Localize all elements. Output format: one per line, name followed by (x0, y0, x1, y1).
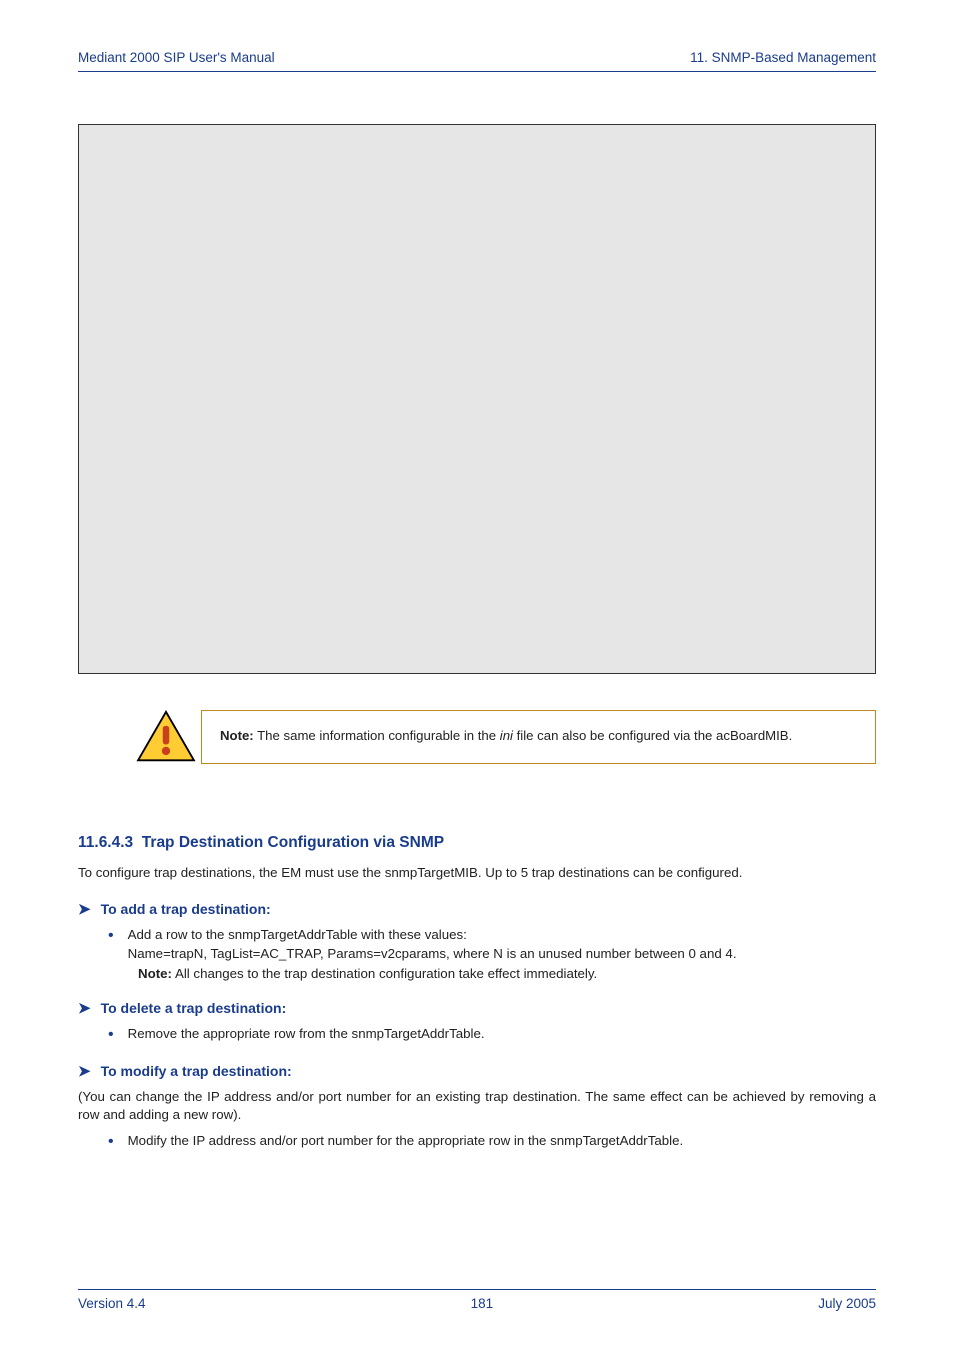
bullet-modify-row: • Modify the IP address and/or port numb… (108, 1132, 876, 1151)
section-title: Trap Destination Configuration via SNMP (142, 834, 444, 851)
arrow-delete: ➤ To delete a trap destination: (78, 999, 876, 1017)
warning-icon (136, 710, 196, 764)
section-number: 11.6.4.3 (78, 834, 133, 851)
note-text-after: file can also be configured via the acBo… (513, 728, 792, 743)
note-ini-word: ini (500, 728, 513, 743)
bullet-dot-icon: • (108, 926, 114, 964)
arrow-add: ➤ To add a trap destination: (78, 900, 876, 918)
bullet-add-line2: Name=trapN, TagList=AC_TRAP, Params=v2cp… (128, 946, 737, 961)
footer-center: 181 (471, 1296, 494, 1311)
arrow-icon: ➤ (78, 999, 91, 1017)
header-underline (78, 71, 876, 72)
footer-row: Version 4.4 181 July 2005 (78, 1296, 876, 1311)
arrow-add-label: To add a trap destination: (101, 901, 271, 917)
intro-paragraph: To configure trap destinations, the EM m… (78, 864, 876, 882)
note-box: Note: The same information configurable … (201, 710, 876, 764)
header-right: 11. SNMP-Based Management (690, 50, 876, 65)
warning-icon-wrap (131, 710, 201, 764)
footer-left: Version 4.4 (78, 1296, 146, 1311)
bullet-add-block: • Add a row to the snmpTargetAddrTable w… (108, 926, 876, 981)
page-header: Mediant 2000 SIP User's Manual 11. SNMP-… (78, 50, 876, 69)
footer-line (78, 1289, 876, 1290)
bullet-dot-icon: • (108, 1132, 114, 1151)
note-text-before: The same information configurable in the (254, 728, 500, 743)
arrow-modify-label: To modify a trap destination: (101, 1063, 292, 1079)
bullet-add-row: • Add a row to the snmpTargetAddrTable w… (108, 926, 876, 964)
bullet-add-line1: Add a row to the snmpTargetAddrTable wit… (128, 927, 467, 942)
bullet-delete-text: Remove the appropriate row from the snmp… (128, 1025, 485, 1044)
page-footer: Version 4.4 181 July 2005 (78, 1289, 876, 1311)
arrow-icon: ➤ (78, 1062, 91, 1080)
bullet-dot-icon: • (108, 1025, 114, 1044)
arrow-icon: ➤ (78, 900, 91, 918)
bullet-modify-text: Modify the IP address and/or port number… (128, 1132, 684, 1151)
bullet-add-note-text: All changes to the trap destination conf… (172, 966, 597, 981)
header-left: Mediant 2000 SIP User's Manual (78, 50, 275, 65)
section-heading: 11.6.4.3 Trap Destination Configuration … (78, 834, 876, 852)
bullet-delete-row: • Remove the appropriate row from the sn… (108, 1025, 876, 1044)
page-root: Mediant 2000 SIP User's Manual 11. SNMP-… (0, 0, 954, 1351)
arrow-modify: ➤ To modify a trap destination: (78, 1062, 876, 1080)
note-label: Note: (220, 728, 254, 743)
modify-paren-text: (You can change the IP address and/or po… (78, 1088, 876, 1124)
note-row: Note: The same information configurable … (131, 710, 876, 764)
figure-placeholder-box (78, 124, 876, 674)
bullet-modify-block: • Modify the IP address and/or port numb… (108, 1132, 876, 1151)
footer-right: July 2005 (818, 1296, 876, 1311)
bullet-delete-block: • Remove the appropriate row from the sn… (108, 1025, 876, 1044)
bullet-add-note-label: Note: (138, 966, 172, 981)
arrow-delete-label: To delete a trap destination: (101, 1000, 287, 1016)
bullet-add-text: Add a row to the snmpTargetAddrTable wit… (128, 926, 737, 964)
bullet-add-note: Note: All changes to the trap destinatio… (138, 966, 876, 981)
